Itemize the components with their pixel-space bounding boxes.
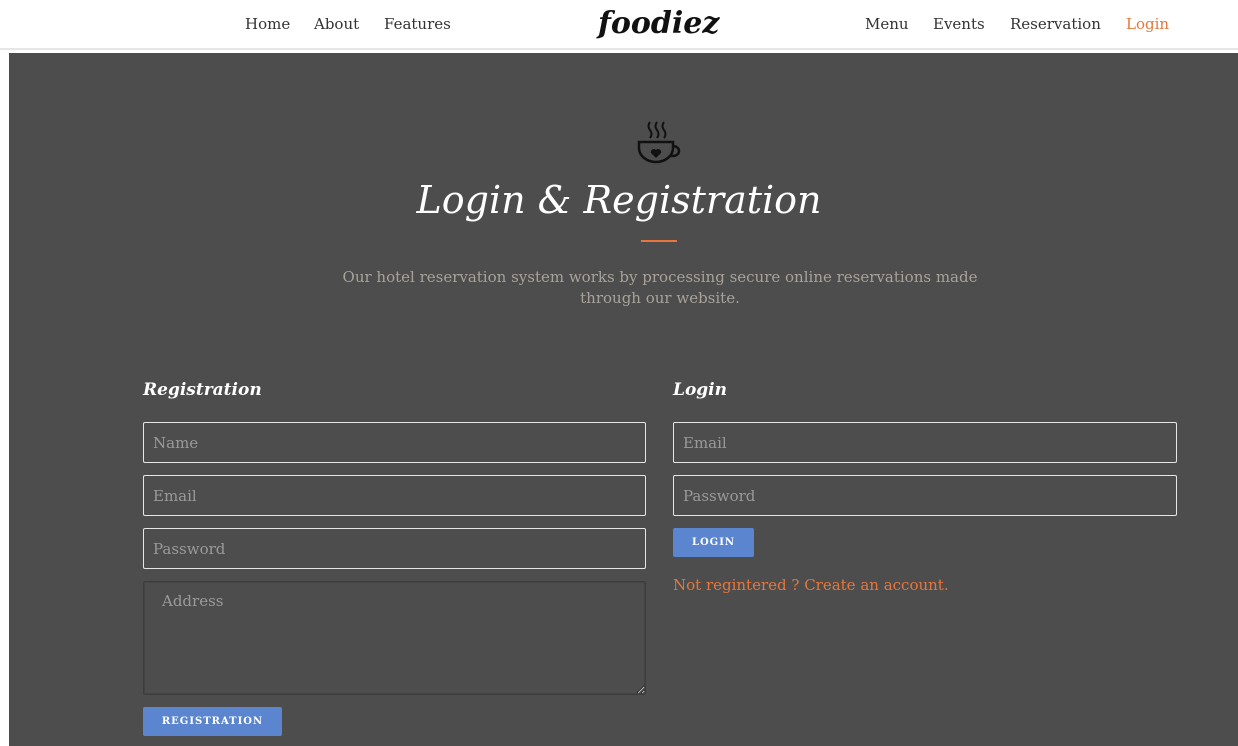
registration-address-textarea[interactable] xyxy=(143,581,646,695)
create-account-link[interactable]: Not regintered ? Create an account. xyxy=(673,576,949,594)
nav-reservation-link[interactable]: Reservation xyxy=(1010,15,1101,33)
nav-features-link[interactable]: Features xyxy=(384,15,451,33)
registration-name-input[interactable] xyxy=(143,422,646,463)
title-divider xyxy=(641,240,677,242)
nav-home-link[interactable]: Home xyxy=(245,15,290,33)
page-subtitle: Our hotel reservation system works by pr… xyxy=(342,268,978,307)
login-password-input[interactable] xyxy=(673,475,1177,516)
nav-about-link[interactable]: About xyxy=(314,15,359,33)
site-logo[interactable]: foodiez xyxy=(598,6,719,41)
nav-events-link[interactable]: Events xyxy=(933,15,985,33)
login-button[interactable]: LOGIN xyxy=(673,528,754,557)
registration-password-input[interactable] xyxy=(143,528,646,569)
registration-email-input[interactable] xyxy=(143,475,646,516)
login-heading: Login xyxy=(673,380,727,400)
nav-menu-link[interactable]: Menu xyxy=(865,15,909,33)
nav-login-link[interactable]: Login xyxy=(1126,15,1169,33)
top-navbar: Home About Features foodiez Menu Events … xyxy=(0,0,1238,50)
login-email-input[interactable] xyxy=(673,422,1177,463)
registration-button[interactable]: REGISTRATION xyxy=(143,707,282,736)
coffee-cup-heart-icon xyxy=(637,121,681,164)
page-title: Login & Registration xyxy=(416,178,822,222)
registration-heading: Registration xyxy=(143,380,262,400)
